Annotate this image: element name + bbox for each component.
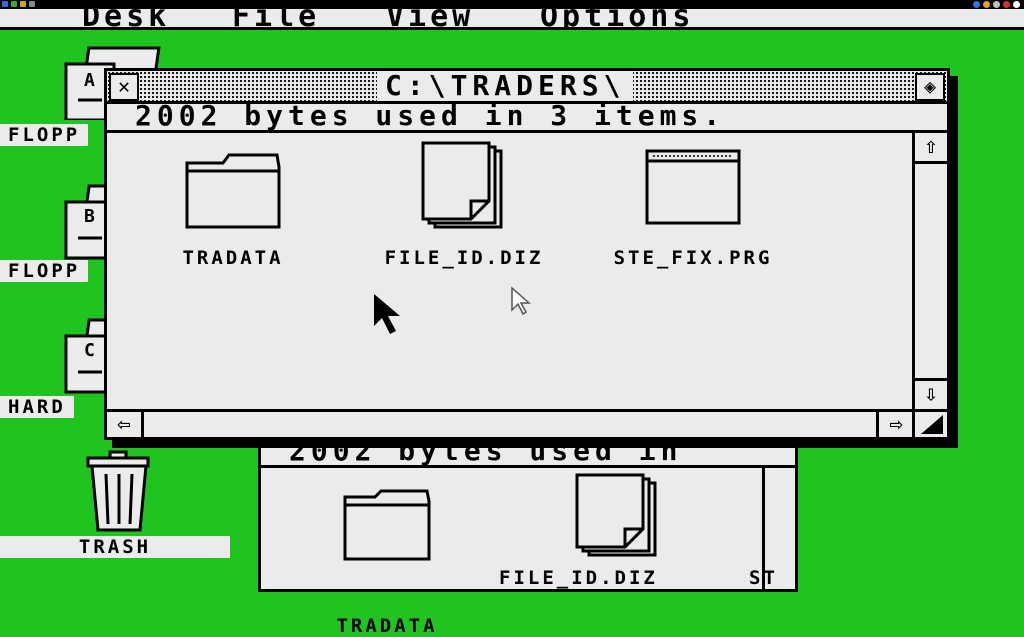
file-file-id-diz[interactable]: FILE_ID.DIZ <box>385 141 540 271</box>
menu-file[interactable]: File <box>232 9 320 27</box>
host-pointer-cursor-icon <box>510 286 532 322</box>
back-folder-label: TRADATA <box>336 615 438 637</box>
host-icon-1[interactable] <box>2 1 8 7</box>
back-document-label: FILE_ID.DIZ <box>499 567 658 589</box>
trash-label[interactable]: TRASH <box>0 536 230 558</box>
back-program-label: ST <box>749 567 778 589</box>
host-icon-4[interactable] <box>29 1 35 7</box>
floppy-a-label[interactable]: FLOPP <box>0 124 89 146</box>
back-window[interactable]: 2002 bytes used in TRADATA FILE_ID.DIZ S… <box>258 436 798 637</box>
full-box-icon[interactable]: ◈ <box>915 73 945 101</box>
program-icon <box>645 149 741 225</box>
gem-arrow-cursor-icon <box>372 292 402 342</box>
folder-icon <box>185 153 281 229</box>
host-toolbar <box>0 0 1024 9</box>
window-content[interactable]: TRADATA FILE_ID.DIZ STE_FIX.PRG <box>107 133 913 409</box>
file-file-id-diz-label: FILE_ID.DIZ <box>384 247 544 269</box>
scroll-up-icon[interactable]: ⇧ <box>915 133 947 164</box>
scroll-left-icon[interactable]: ⇦ <box>107 412 144 437</box>
hard-drive-letter: C <box>84 340 95 361</box>
host-tray <box>973 1 1020 8</box>
horizontal-scrollbar[interactable]: ⇦ ⇨ <box>107 409 913 437</box>
floppy-a-letter: A <box>84 70 95 91</box>
menu-options[interactable]: Options <box>540 9 694 27</box>
menu-bar: Desk File View Options <box>0 9 1024 30</box>
tray-gear-icon[interactable] <box>993 1 1000 8</box>
host-icon-2[interactable] <box>11 1 17 7</box>
scroll-right-icon[interactable]: ⇨ <box>876 412 913 437</box>
resize-box-icon[interactable] <box>912 409 947 437</box>
back-document[interactable] <box>573 473 663 565</box>
floppy-b-letter: B <box>84 206 95 227</box>
vertical-scrollbar[interactable]: ⇧ ⇩ <box>912 133 947 409</box>
document-icon <box>421 141 503 229</box>
file-tradata-label: TRADATA <box>182 247 284 269</box>
trash-icon[interactable] <box>84 450 154 538</box>
front-window[interactable]: ✕ C:\TRADERS\ ◈ 2002 bytes used in 3 ite… <box>104 68 950 440</box>
menu-desk[interactable]: Desk <box>82 9 170 27</box>
back-window-info: 2002 bytes used in <box>261 439 795 468</box>
host-toolbar-icons <box>2 1 35 7</box>
host-icon-3[interactable] <box>20 1 26 7</box>
hard-drive-label[interactable]: HARD <box>0 396 74 418</box>
menu-view[interactable]: View <box>386 9 474 27</box>
window-info-line: 2002 bytes used in 3 items. <box>107 102 947 133</box>
document-icon <box>575 473 657 557</box>
scroll-down-icon[interactable]: ⇩ <box>915 378 947 409</box>
file-ste-fix-prg[interactable]: STE_FIX.PRG <box>614 147 769 271</box>
back-folder[interactable]: TRADATA <box>336 487 435 637</box>
tray-bolt-icon[interactable] <box>983 1 990 8</box>
file-tradata[interactable]: TRADATA <box>182 151 284 271</box>
tray-record-icon[interactable] <box>1003 1 1010 8</box>
tray-info-icon[interactable] <box>973 1 980 8</box>
window-title: C:\TRADERS\ <box>377 71 634 101</box>
folder-icon <box>343 489 431 561</box>
file-ste-fix-prg-label: STE_FIX.PRG <box>613 247 773 269</box>
tray-monitor-icon[interactable] <box>1013 1 1020 8</box>
close-box-icon[interactable]: ✕ <box>109 73 139 101</box>
floppy-b-label[interactable]: FLOPP <box>0 260 89 282</box>
